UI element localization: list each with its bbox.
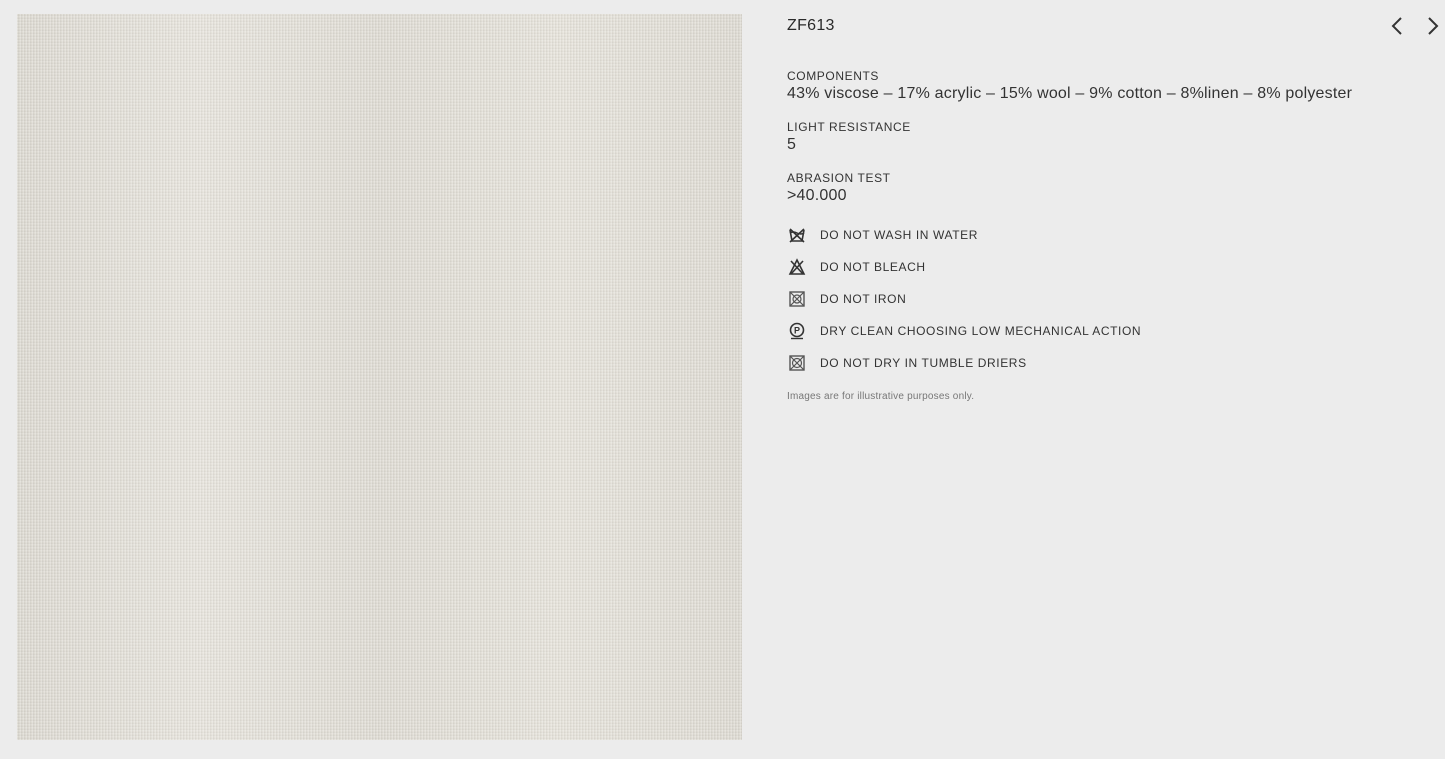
components-value: 43% viscose – 17% acrylic – 15% wool – 9… xyxy=(787,85,1353,102)
care-label: DO NOT WASH IN WATER xyxy=(820,228,978,242)
svg-text:P: P xyxy=(794,326,800,336)
fabric-swatch-image xyxy=(17,14,742,740)
care-label: DO NOT BLEACH xyxy=(820,260,926,274)
care-label: DO NOT DRY IN TUMBLE DRIERS xyxy=(820,356,1027,370)
chevron-right-icon xyxy=(1428,17,1439,35)
no-tumble-dry-icon xyxy=(788,354,806,372)
care-label: DO NOT IRON xyxy=(820,292,907,306)
abrasion-test-label: ABRASION TEST xyxy=(787,171,891,185)
no-bleach-icon xyxy=(788,258,806,276)
components-label: COMPONENTS xyxy=(787,69,880,83)
abrasion-test-section: ABRASION TEST >40.000 xyxy=(787,171,1427,205)
care-item: DO NOT IRON xyxy=(787,283,1427,315)
light-resistance-label: LIGHT RESISTANCE xyxy=(787,120,911,134)
no-wash-icon xyxy=(788,226,806,244)
dry-clean-p-icon: P xyxy=(788,322,806,340)
care-item: DO NOT WASH IN WATER xyxy=(787,219,1427,251)
product-code: ZF613 xyxy=(787,17,835,34)
care-label: DRY CLEAN CHOOSING LOW MECHANICAL ACTION xyxy=(820,324,1142,338)
care-instructions: DO NOT WASH IN WATER DO NOT BLEACH DO NO… xyxy=(787,219,1427,379)
product-details: ZF613 COMPONENTS 43% viscose – 17% acryl… xyxy=(787,14,1427,402)
disclaimer-text: Images are for illustrative purposes onl… xyxy=(787,391,975,402)
light-resistance-section: LIGHT RESISTANCE 5 xyxy=(787,120,1427,154)
care-item: DO NOT BLEACH xyxy=(787,251,1427,283)
care-item: P DRY CLEAN CHOOSING LOW MECHANICAL ACTI… xyxy=(787,315,1427,347)
light-resistance-value: 5 xyxy=(787,136,797,153)
care-item: DO NOT DRY IN TUMBLE DRIERS xyxy=(787,347,1427,379)
abrasion-test-value: >40.000 xyxy=(787,187,847,204)
no-iron-icon xyxy=(788,290,806,308)
components-section: COMPONENTS 43% viscose – 17% acrylic – 1… xyxy=(787,69,1427,103)
